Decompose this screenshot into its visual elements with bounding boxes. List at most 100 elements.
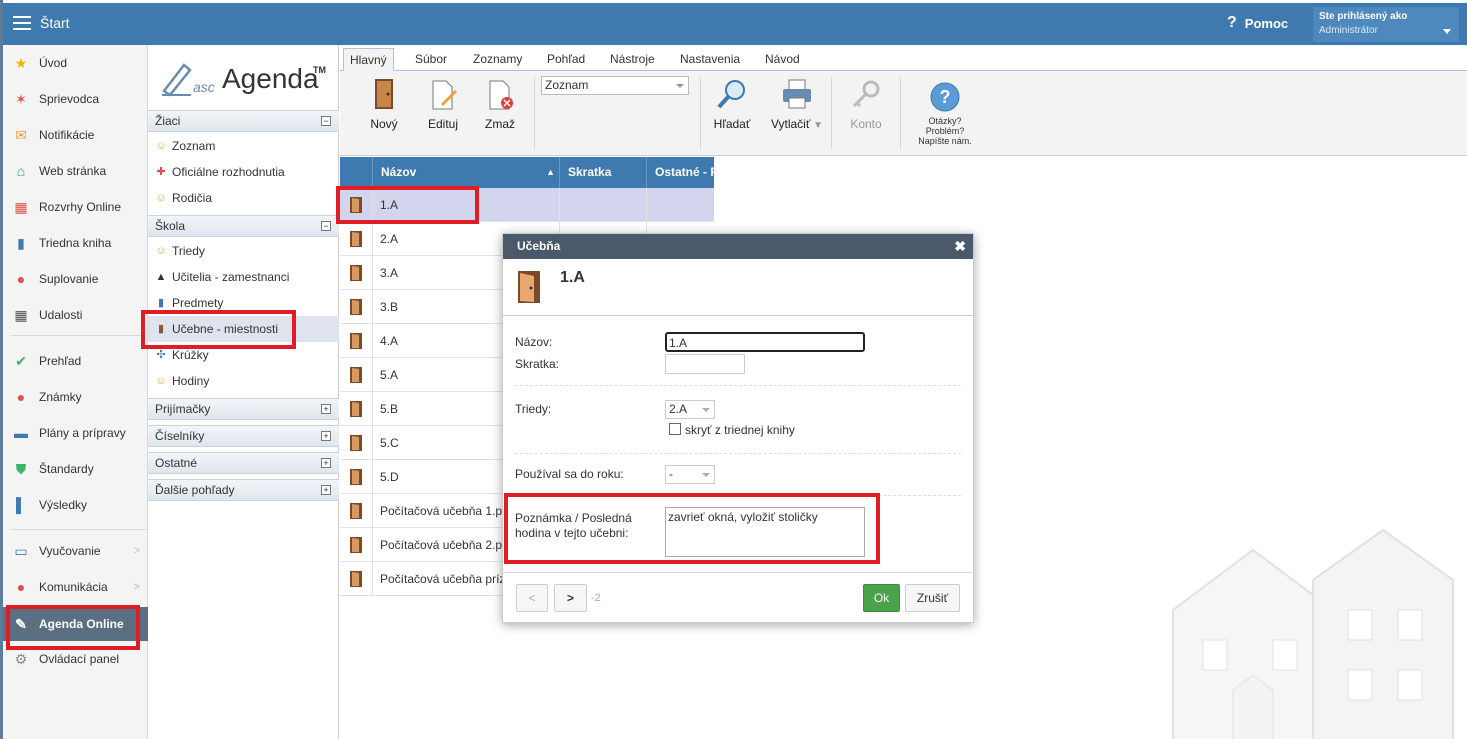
cell-divider <box>646 188 647 221</box>
tab-subor[interactable]: Súbor <box>409 48 453 71</box>
nav-item-web[interactable]: ⌂ Web stránka <box>3 155 148 187</box>
print-button[interactable]: Vytlačiť ▼ <box>768 77 826 131</box>
nav-item-notifikacie[interactable]: ✉ Notifikácie <box>3 119 148 151</box>
user-label: Ste prihlásený ako <box>1319 11 1408 22</box>
view-select[interactable]: Zoznam <box>541 76 689 95</box>
nav-item-vysledky[interactable]: ▌ Výsledky <box>3 489 148 521</box>
tab-zoznamy[interactable]: Zoznamy <box>467 48 528 71</box>
help-icon: ? <box>1227 14 1237 31</box>
lessons-icon: ☺ <box>155 375 167 387</box>
door-icon <box>350 333 362 349</box>
collapse-icon[interactable]: − <box>321 221 331 231</box>
sort-asc-icon: ▲ <box>546 167 555 177</box>
short-field[interactable] <box>665 354 745 374</box>
shield-icon: ⛊ <box>15 461 27 477</box>
nav-item-prehlad[interactable]: ✔ Prehľad <box>3 345 148 377</box>
section-ostatne[interactable]: Ostatné + <box>148 452 339 474</box>
note-label: Poznámka / Posledná hodina v tejto učebn… <box>515 511 632 540</box>
check-circle-icon: ✔ <box>15 353 27 369</box>
row-icon-cell <box>340 188 373 221</box>
menu-ucebne[interactable]: ▮ Učebne - miestnosti <box>148 316 339 342</box>
nav-item-udalosti[interactable]: ▦ Udalosti <box>3 299 148 331</box>
field-divider <box>515 385 961 386</box>
tab-nastavenia[interactable]: Nastavenia <box>674 48 746 71</box>
help-link[interactable]: ? Pomoc <box>1227 14 1288 32</box>
section-skola[interactable]: Škola − <box>148 215 339 237</box>
nav-item-ovladaci-panel[interactable]: ⚙ Ovládací panel <box>3 643 148 675</box>
nav-item-standardy[interactable]: ⛊ Štandardy <box>3 453 148 485</box>
door-icon <box>350 571 362 587</box>
expand-icon[interactable]: + <box>321 485 331 495</box>
svg-text:?: ? <box>940 87 951 107</box>
menu-zoznam[interactable]: ☺ Zoznam <box>148 133 339 159</box>
close-icon[interactable]: ✖ <box>954 234 966 259</box>
account-button[interactable]: Konto <box>846 77 886 131</box>
door-icon <box>518 271 540 303</box>
new-button[interactable]: Nový <box>365 77 403 131</box>
help-contact-button[interactable]: ? Otázky? Problém? Napíšte nám. <box>908 81 982 146</box>
collapse-icon[interactable]: − <box>321 116 331 126</box>
expand-icon[interactable]: + <box>321 404 331 414</box>
door-icon <box>350 367 362 383</box>
tab-pohlad[interactable]: Pohľad <box>541 48 591 71</box>
footer-divider <box>503 572 973 573</box>
dialog-header: 1.A <box>503 259 973 316</box>
nav-divider <box>11 529 148 530</box>
menu-icon[interactable] <box>13 16 31 30</box>
record-counter: -2 <box>591 592 601 604</box>
section-prijimacky[interactable]: Prijímačky + <box>148 398 339 420</box>
nav-item-agenda-online[interactable]: ✎ Agenda Online <box>3 607 148 641</box>
ribbon-divider <box>900 77 901 149</box>
timetable-icon: ▦ <box>14 199 28 215</box>
search-button[interactable]: Hľadať <box>712 77 752 131</box>
note-textarea[interactable]: zavrieť okná, vyložiť stoličky <box>665 507 865 557</box>
cancel-button[interactable]: Zrušiť <box>905 584 960 612</box>
tab-nastroje[interactable]: Nástroje <box>604 48 661 71</box>
menu-ucitelia[interactable]: ▲ Učitelia - zamestnanci <box>148 264 339 290</box>
section-dalsie-pohlady[interactable]: Ďalšie pohľady + <box>148 479 339 501</box>
section-ciselniky[interactable]: Číselníky + <box>148 425 339 447</box>
ok-button[interactable]: Ok <box>863 584 900 612</box>
expand-icon[interactable]: + <box>321 431 331 441</box>
section-ziaci[interactable]: Žiaci − <box>148 110 339 132</box>
door-icon <box>375 79 393 109</box>
classes-select[interactable]: 2.A <box>665 400 715 419</box>
nav-item-uvod[interactable]: ★ Úvod <box>3 47 148 79</box>
hide-checkbox[interactable] <box>669 423 681 435</box>
menu-triedy[interactable]: ☺ Triedy <box>148 238 339 264</box>
open-book-icon: ▭ <box>14 543 28 559</box>
menu-oficialne-rozhodnutia[interactable]: ✚ Oficiálne rozhodnutia <box>148 159 339 185</box>
column-header-skratka[interactable]: Skratka <box>560 157 647 188</box>
nav-item-plany[interactable]: ▬ Plány a prípravy <box>3 417 148 449</box>
nav-item-triedna-kniha[interactable]: ▮ Triedna kniha <box>3 227 148 259</box>
tab-hlavny[interactable]: Hlavný <box>343 48 394 71</box>
menu-hodiny[interactable]: ☺ Hodiny <box>148 368 339 394</box>
user-menu[interactable]: Ste prihlásený ako Administrátor <box>1313 7 1459 42</box>
column-header-ostatne[interactable]: Ostatné - P <box>647 157 714 188</box>
expand-icon[interactable]: + <box>321 458 331 468</box>
prev-button[interactable]: < <box>516 584 548 612</box>
nav-item-znamky[interactable]: ● Známky <box>3 381 148 413</box>
menu-kruzky[interactable]: ✣ Krúžky <box>148 342 339 368</box>
delete-button[interactable]: Zmaž <box>481 77 519 131</box>
app-title[interactable]: Štart <box>40 15 70 31</box>
nav-item-komunikacia[interactable]: ● Komunikácia > <box>3 571 148 603</box>
ribbon-tabs: Hlavný Súbor Zoznamy Pohľad Nástroje Nas… <box>340 45 1467 71</box>
name-field[interactable]: 1.A <box>665 332 865 352</box>
menu-predmety[interactable]: ▮ Predmety <box>148 290 339 316</box>
hide-label: skryť z triednej knihy <box>685 423 795 437</box>
next-button[interactable]: > <box>554 584 587 612</box>
nav-item-vyucovanie[interactable]: ▭ Vyučovanie > <box>3 535 148 567</box>
edit-button[interactable]: Edituj <box>424 77 462 131</box>
tab-navod[interactable]: Návod <box>759 48 806 71</box>
menu-rodicia[interactable]: ☺ Rodičia <box>148 185 339 211</box>
ribbon-divider <box>534 77 535 149</box>
print-dropdown-icon[interactable]: ▼ <box>810 120 823 131</box>
used-select[interactable]: - <box>665 465 715 484</box>
nav-item-suplovanie[interactable]: ● Suplovanie <box>3 263 148 295</box>
table-row[interactable]: 1.A <box>340 188 714 222</box>
chevron-down-icon <box>702 473 710 477</box>
column-header-nazov[interactable]: Názov ▲ <box>373 157 560 188</box>
nav-item-rozvrhy[interactable]: ▦ Rozvrhy Online <box>3 191 148 223</box>
nav-item-sprievodca[interactable]: ✶ Sprievodca <box>3 83 148 115</box>
